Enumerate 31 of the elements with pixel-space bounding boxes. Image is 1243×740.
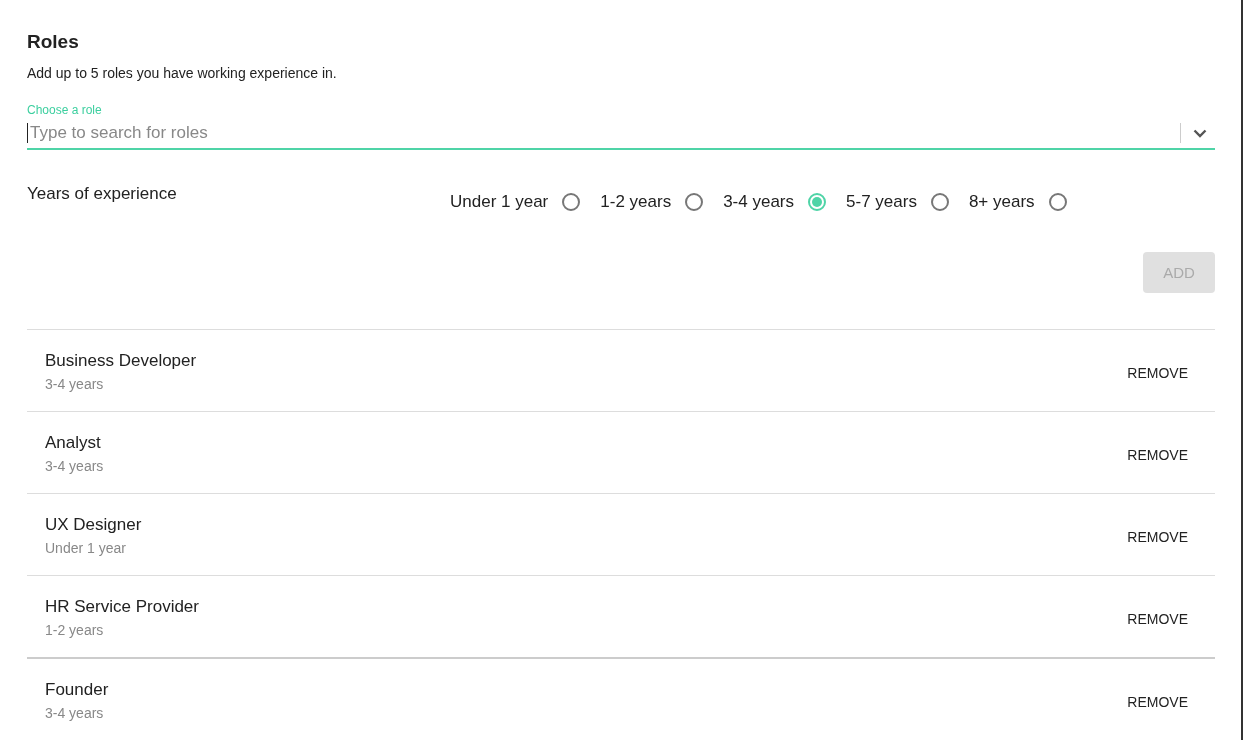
- role-name: HR Service Provider: [45, 595, 199, 618]
- radio-button[interactable]: [685, 193, 704, 211]
- role-name: Founder: [45, 678, 109, 701]
- radio-button[interactable]: [562, 193, 581, 211]
- experience-option[interactable]: Under 1 year: [450, 192, 581, 212]
- remove-button[interactable]: REMOVE: [1127, 610, 1188, 627]
- remove-button[interactable]: REMOVE: [1127, 446, 1188, 463]
- role-years: 3-4 years: [45, 375, 105, 392]
- chevron-down-icon[interactable]: [1193, 128, 1207, 138]
- radio-button[interactable]: [1048, 193, 1067, 211]
- section-description: Add up to 5 roles you have working experience in.: [27, 64, 338, 82]
- field-label: Choose a role: [27, 102, 103, 118]
- radio-button[interactable]: [808, 193, 827, 211]
- role-years: Under 1 year: [45, 539, 127, 556]
- role-name: Analyst: [45, 431, 102, 454]
- role-years: 1-2 years: [45, 621, 105, 638]
- radio-button[interactable]: [930, 193, 949, 211]
- role-years: 3-4 years: [45, 704, 105, 721]
- experience-option[interactable]: 1-2 years: [600, 192, 704, 212]
- role-years: 3-4 years: [45, 457, 104, 474]
- remove-button[interactable]: REMOVE: [1127, 693, 1188, 710]
- remove-button[interactable]: REMOVE: [1127, 528, 1188, 545]
- experience-option[interactable]: 5-7 years: [846, 192, 949, 212]
- experience-option[interactable]: 8+ years: [968, 192, 1067, 212]
- role-search-field[interactable]: Type to search for roles: [27, 123, 1168, 143]
- section-title: Roles: [27, 30, 80, 54]
- role-name: UX Designer: [45, 513, 142, 536]
- remove-button[interactable]: REMOVE: [1127, 364, 1188, 381]
- experience-option[interactable]: 3-4 years: [723, 192, 827, 212]
- role-name: Business Developer: [45, 349, 197, 372]
- experience-label: Years of experience: [27, 184, 178, 204]
